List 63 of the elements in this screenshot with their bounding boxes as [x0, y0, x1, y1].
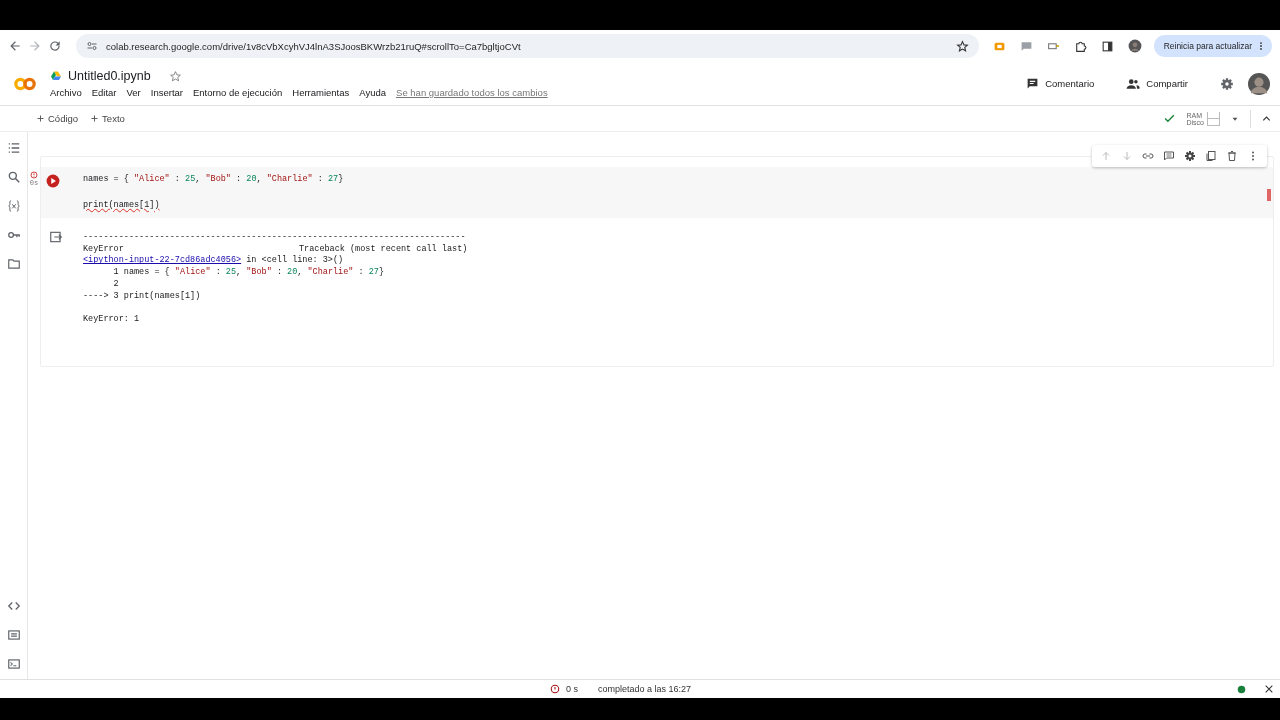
notebook-title[interactable]: Untitled0.ipynb	[68, 69, 151, 83]
people-icon	[1126, 76, 1141, 91]
output-line: 2	[112, 278, 120, 291]
site-settings-icon[interactable]	[86, 40, 98, 52]
back-icon[interactable]	[8, 39, 22, 53]
chat-icon[interactable]	[1019, 39, 1033, 53]
plus-icon	[90, 114, 100, 123]
traceback-heading: Traceback (most recent call last)	[299, 243, 468, 255]
star-icon[interactable]	[168, 69, 182, 83]
search-icon[interactable]	[6, 170, 21, 184]
profile-avatar-icon[interactable]	[1127, 39, 1142, 53]
address-bar[interactable]: colab.research.google.com/drive/1v8cVbXcyhVJ4lnA3SJoosBKWrzb21ruQ#scrollTo=Ca7bgltjoCVt	[76, 34, 979, 58]
link-icon[interactable]	[1142, 150, 1154, 162]
error-name: KeyError	[83, 243, 125, 255]
user-avatar-icon[interactable]	[1248, 72, 1270, 95]
source-link[interactable]: <ipython-input-22-7cd86adc4056>	[83, 255, 242, 268]
code-icon[interactable]	[6, 599, 21, 613]
output-line: KeyError: 1	[83, 313, 141, 326]
output-line: in <cell line: 3>()	[245, 255, 344, 267]
output-line: 1 names = { "Alice" : 25, "Bob" : 20, "Charlie" : 27}	[112, 267, 386, 279]
run-button-icon[interactable]	[46, 174, 61, 188]
add-cell-button[interactable]: Texto	[90, 113, 125, 124]
output-menu-icon[interactable]	[49, 230, 63, 244]
terminal-icon[interactable]	[6, 657, 21, 671]
output-line: ---------------------------------------------------------------------------	[83, 232, 467, 244]
folder-icon[interactable]	[6, 257, 21, 271]
add-cell-button[interactable]: Código	[36, 113, 79, 124]
mirror-cell-icon[interactable]	[1205, 150, 1217, 162]
drive-icon	[50, 70, 62, 82]
menu-item[interactable]: Archivo	[50, 87, 82, 98]
menu-item[interactable]: Entorno de ejecución	[193, 87, 283, 98]
close-icon[interactable]	[1264, 684, 1274, 694]
timer-icon	[550, 684, 560, 694]
execution-duration: 0 s	[566, 684, 578, 694]
settings-icon[interactable]	[1220, 76, 1234, 91]
variables-icon[interactable]	[6, 199, 21, 213]
plus-icon	[36, 114, 45, 123]
menu-item[interactable]: Herramientas	[292, 87, 350, 98]
url-text: colab.research.google.com/drive/1v8cVbXcyhVJ4lnA3SJoosBKWrzb21ruQ#scrollTo=Ca7bgltjoCVt	[106, 40, 522, 52]
output-line: ----> 3 print(names[1])	[83, 290, 202, 303]
code-line[interactable]: print(names[1])	[83, 199, 344, 212]
star-icon[interactable]	[955, 39, 969, 53]
side-panel-icon[interactable]	[1100, 39, 1114, 53]
comment-icon[interactable]	[1163, 150, 1175, 162]
menu-item[interactable]: Ver	[126, 87, 141, 98]
command-palette-icon[interactable]	[6, 628, 21, 642]
comment-icon	[1026, 77, 1040, 90]
delete-icon[interactable]	[1226, 150, 1238, 162]
reload-icon[interactable]	[48, 39, 62, 53]
status-message: completado a las 16:27	[598, 684, 692, 694]
menu-item[interactable]: Editar	[91, 87, 117, 98]
collapse-icon[interactable]	[1261, 113, 1272, 124]
menu-item[interactable]: Insertar	[150, 87, 183, 98]
settings-icon[interactable]	[1184, 150, 1196, 162]
comment-button[interactable]: Comentario	[1026, 77, 1095, 90]
menu-item[interactable]: Ayuda	[359, 87, 387, 98]
puzzle-icon[interactable]	[1073, 39, 1087, 53]
save-status-link[interactable]: Se han guardado todos los cambios	[396, 87, 548, 98]
code-line[interactable]: names = { "Alice" : 25, "Bob" : 20, "Charlie" : 27}	[83, 173, 344, 186]
table-of-contents-icon[interactable]	[6, 141, 21, 155]
update-button[interactable]: Reinicia para actualizar	[1153, 35, 1272, 57]
error-marker	[1267, 189, 1271, 201]
share-button[interactable]: Compartir	[1126, 76, 1188, 91]
